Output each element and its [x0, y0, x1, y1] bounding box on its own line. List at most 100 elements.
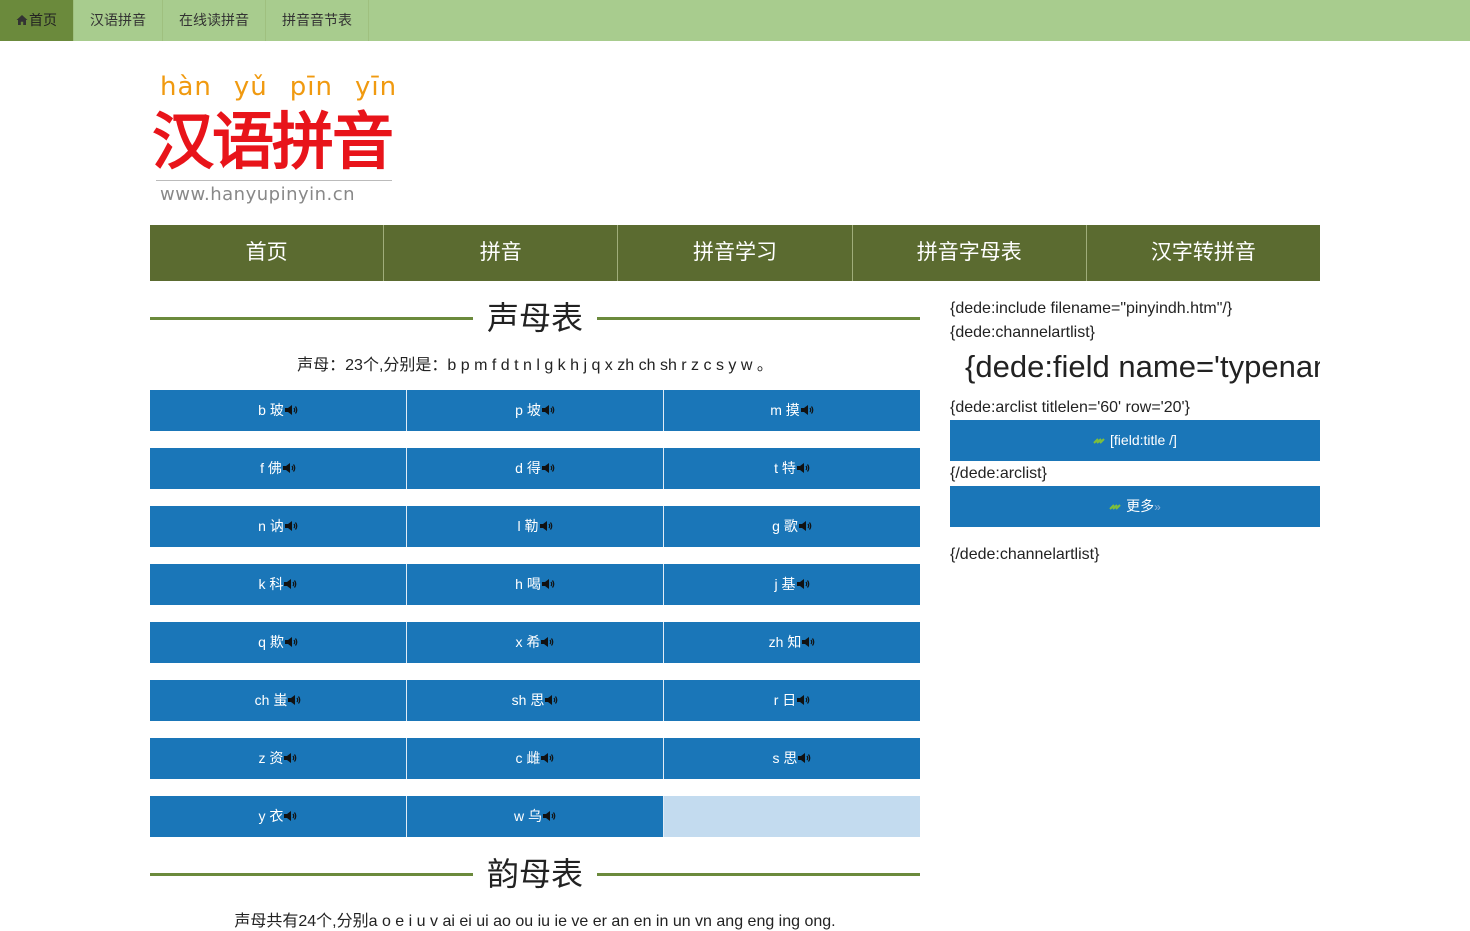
shengmu-cell[interactable]: n 讷 — [150, 506, 407, 547]
shengmu-row: ch 蚩 sh 思 r 日 — [150, 680, 920, 721]
speaker-icon — [800, 405, 814, 415]
shengmu-cell-label: m 摸 — [770, 402, 800, 418]
shengmu-cell-label: h 喝 — [515, 576, 541, 592]
speaker-icon — [284, 753, 297, 763]
speaker-icon — [288, 695, 301, 705]
yunmu-section-title: 韵母表 — [150, 854, 920, 894]
shengmu-cell[interactable]: t 特 — [664, 448, 920, 489]
home-icon — [16, 15, 28, 25]
shengmu-row: n 讷l 勒g 歌 — [150, 506, 920, 547]
logo-url: www.hanyupinyin.cn — [160, 184, 356, 205]
speaker-icon — [802, 637, 815, 647]
shengmu-grid: b 玻 p 坡 m 摸 f 佛 d 得 t 特 n 讷 l 勒 g 歌 k 科 h 喝 j 基 q 欺 x… — [150, 390, 920, 854]
speaker-icon — [282, 463, 296, 473]
chevron-right-icon: » — [1154, 500, 1161, 514]
shengmu-desc: 声母：23个,分别是：b p m f d t n l g k h j q x z… — [297, 357, 773, 374]
shengmu-cell[interactable]: ch 蚩 — [150, 680, 407, 721]
nav-item-pinyin[interactable]: 拼音 — [384, 225, 619, 281]
speaker-icon — [541, 753, 554, 763]
shengmu-cell[interactable]: b 玻 — [150, 390, 407, 431]
shengmu-cell-label: y 衣 — [258, 808, 284, 824]
title-rule-right — [597, 317, 920, 320]
top-bar: 首页 汉语拼音 在线读拼音 拼音音节表 — [0, 0, 1470, 41]
logo-title: 汉语拼音 — [152, 108, 394, 177]
topbar-item-label: 汉语拼音 — [90, 12, 146, 28]
shengmu-cell[interactable]: sh 思 — [407, 680, 664, 721]
side-article-link[interactable]: [field:title /] — [950, 420, 1320, 461]
speaker-icon — [539, 521, 552, 531]
nav-item-alphabet[interactable]: 拼音字母表 — [853, 225, 1087, 281]
shengmu-cell[interactable]: s 思 — [664, 738, 920, 779]
logo-pinyin-syllable: yīn — [354, 72, 398, 102]
nav-item-convert[interactable]: 汉字转拼音 — [1087, 225, 1320, 281]
shengmu-cell[interactable]: g 歌 — [664, 506, 920, 547]
speaker-icon — [797, 695, 810, 705]
side-typename: {dede:field name='typename'/} — [965, 349, 1320, 384]
topbar-item-label: 在线读拼音 — [179, 12, 249, 28]
shengmu-cell-label: f 佛 — [260, 460, 282, 476]
speaker-icon — [541, 405, 555, 415]
shengmu-cell-label: l 勒 — [517, 518, 539, 534]
speaker-icon — [541, 463, 555, 473]
shengmu-cell-label: t 特 — [774, 460, 796, 476]
shengmu-row: k 科h 喝j 基 — [150, 564, 920, 605]
side-more-button[interactable]: 更多» — [950, 486, 1320, 527]
shengmu-cell-label: p 坡 — [515, 402, 541, 418]
yunmu-desc: 声母共有24个,分别a o e i u v ai ei ui ao ou iu … — [234, 913, 836, 930]
speaker-icon — [541, 579, 555, 589]
side-article-title: [field:title /] — [1110, 432, 1177, 448]
shengmu-cell[interactable]: x 希 — [407, 622, 664, 663]
shengmu-cell-label: sh 思 — [511, 692, 545, 708]
shengmu-cell[interactable]: zh 知 — [664, 622, 920, 663]
speaker-icon — [541, 637, 554, 647]
logo-divider — [156, 180, 392, 181]
speaker-icon — [796, 579, 809, 589]
shengmu-cell-label: c 雌 — [515, 750, 541, 766]
logo-pinyin: hàn yǔ pīn yīn — [160, 72, 419, 102]
nav-item-home[interactable]: 首页 — [150, 225, 385, 281]
topbar-item-hanyupinyin[interactable]: 汉语拼音 — [74, 0, 163, 41]
speaker-icon — [798, 753, 811, 763]
shengmu-cell-label: g 歌 — [772, 518, 798, 534]
shengmu-cell[interactable]: q 欺 — [150, 622, 407, 663]
shengmu-cell-label: j 基 — [774, 576, 796, 592]
shengmu-cell[interactable]: r 日 — [664, 680, 920, 721]
side-include: {dede:include filename="pinyindh.htm"/} — [950, 300, 1233, 317]
shengmu-row: q 欺 x 希 zh 知 — [150, 622, 920, 663]
logo-pinyin-syllable: hàn — [160, 72, 212, 102]
side-channelartlist-open: {dede:channelartlist} — [950, 324, 1095, 341]
link-icon — [1109, 504, 1121, 510]
shengmu-cell-label: x 希 — [515, 634, 541, 650]
shengmu-cell-label: z 资 — [258, 750, 284, 766]
side-channelartlist-close: {/dede:channelartlist} — [950, 546, 1100, 563]
shengmu-row: z 资c 雌s 思 — [150, 738, 920, 779]
speaker-icon — [284, 811, 297, 821]
shengmu-cell[interactable]: j 基 — [664, 564, 920, 605]
shengmu-section-title: 声母表 — [150, 298, 920, 338]
shengmu-cell-label: q 欺 — [258, 634, 284, 650]
logo-pinyin-syllable: yǔ — [233, 72, 268, 102]
shengmu-cell[interactable]: c 雌 — [407, 738, 664, 779]
shengmu-cell[interactable]: p 坡 — [407, 390, 664, 431]
topbar-item-zaixian[interactable]: 在线读拼音 — [163, 0, 266, 41]
topbar-item-home[interactable]: 首页 — [0, 0, 74, 41]
speaker-icon — [796, 463, 810, 473]
shengmu-cell-label: zh 知 — [768, 634, 802, 650]
shengmu-cell[interactable]: l 勒 — [407, 506, 664, 547]
topbar-item-yinjie[interactable]: 拼音音节表 — [266, 0, 369, 41]
side-arclist-close: {/dede:arclist} — [950, 465, 1047, 482]
shengmu-cell[interactable]: z 资 — [150, 738, 407, 779]
shengmu-cell[interactable]: w 乌 — [407, 796, 664, 837]
shengmu-cell[interactable]: k 科 — [150, 564, 407, 605]
side-more-label: 更多 — [1126, 498, 1155, 514]
shengmu-cell[interactable]: d 得 — [407, 448, 664, 489]
site-logo[interactable]: hàn yǔ pīn yīn 汉语拼音 www.hanyupinyin.cn — [152, 72, 397, 207]
shengmu-cell[interactable]: y 衣 — [150, 796, 407, 837]
shengmu-cell-label: b 玻 — [258, 402, 284, 418]
shengmu-cell[interactable]: f 佛 — [150, 448, 407, 489]
shengmu-cell[interactable]: m 摸 — [664, 390, 920, 431]
side-arclist-open: {dede:arclist titlelen='60' row='20'} — [950, 399, 1190, 416]
shengmu-cell-empty — [664, 796, 920, 837]
shengmu-cell[interactable]: h 喝 — [407, 564, 664, 605]
nav-item-learn[interactable]: 拼音学习 — [618, 225, 853, 281]
